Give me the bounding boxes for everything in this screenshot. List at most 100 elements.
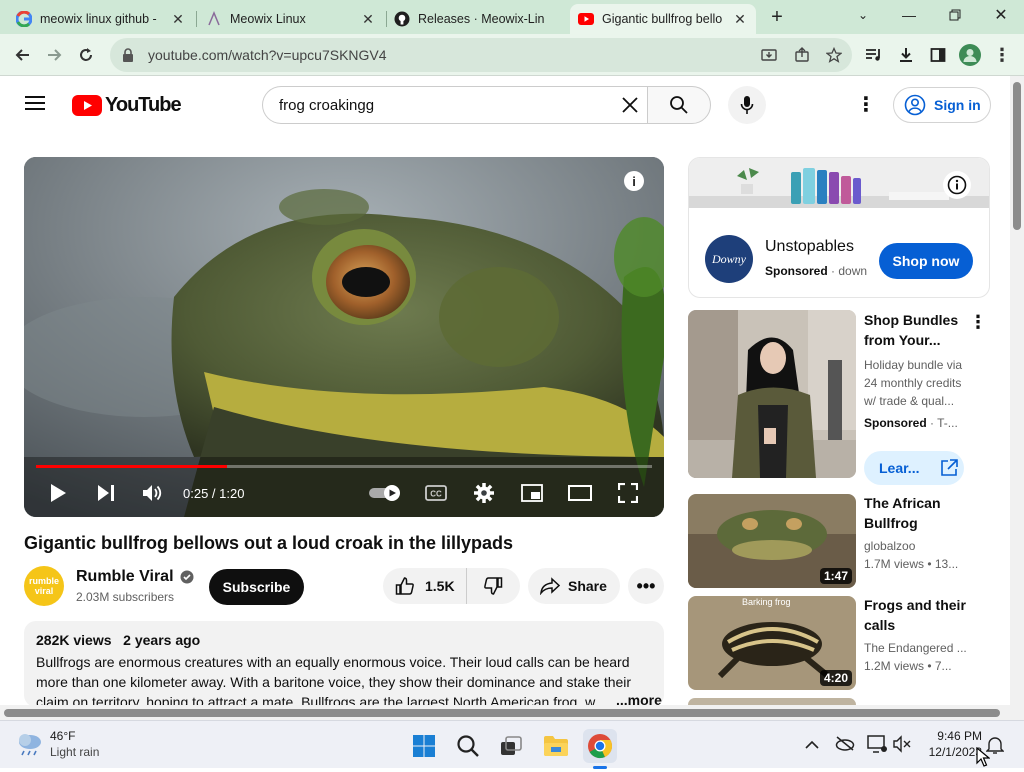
channel-avatar-text: viral <box>34 586 54 596</box>
forward-button[interactable] <box>41 42 67 68</box>
video-stats: 1.2M views • 7... <box>864 659 952 673</box>
youtube-logo[interactable]: YouTube <box>72 94 182 116</box>
close-tab-icon[interactable]: ✕ <box>170 11 186 27</box>
show-hidden-icons-chevron-icon[interactable] <box>805 737 819 753</box>
dislike-button[interactable] <box>467 568 519 604</box>
volume-muted-icon[interactable] <box>893 735 913 758</box>
youtube-play-logo-icon <box>72 94 102 116</box>
vertical-scroll-thumb[interactable] <box>1013 82 1021 230</box>
voice-search-button[interactable] <box>728 86 766 124</box>
media-control-icon[interactable] <box>861 42 887 68</box>
tab-google-search[interactable]: meowix linux github - ✕ <box>8 4 194 34</box>
weather-icon[interactable] <box>16 731 44 762</box>
video-item-text[interactable]: The African Bullfrog globalzoo 1.7M view… <box>864 493 984 573</box>
info-icon[interactable]: i <box>624 171 644 191</box>
file-explorer-button[interactable] <box>539 729 573 763</box>
video-thumbnail-frogs-calls[interactable]: Barking frog 4:20 <box>688 596 856 690</box>
chrome-menu-icon[interactable]: ⋮ <box>989 42 1015 68</box>
search-icon <box>457 735 479 757</box>
more-options-icon[interactable]: ⋮ <box>856 94 876 116</box>
video-title-line: The African <box>864 495 941 511</box>
video-description[interactable]: 282K views 2 years ago Bullfrogs are eno… <box>24 621 664 707</box>
account-circle-icon <box>904 94 926 116</box>
shop-now-button[interactable]: Shop now <box>879 243 973 279</box>
sponsored-description: Holiday bundle via <box>864 358 963 372</box>
fullscreen-button[interactable] <box>616 479 640 507</box>
video-thumbnail-partial[interactable] <box>688 698 856 705</box>
horizontal-scroll-thumb[interactable] <box>4 709 1000 717</box>
browser-tab-strip: meowix linux github - ✕ Meowix Linux ✕ R… <box>0 0 1024 34</box>
close-window-button[interactable]: ✕ <box>978 0 1024 30</box>
clear-search-icon[interactable] <box>621 96 639 118</box>
play-button[interactable] <box>46 479 70 507</box>
learn-more-button[interactable]: Lear... <box>864 451 964 485</box>
folder-icon <box>544 736 568 756</box>
chrome-taskbar-button[interactable] <box>583 729 617 769</box>
description-text: Bullfrogs are enormous creatures with an… <box>36 654 632 707</box>
windows-taskbar: 46°F Light rain 9:46 PM 12/1/2023 <box>0 720 1024 769</box>
mouse-cursor-icon <box>976 746 991 772</box>
display-icon[interactable] <box>867 735 887 758</box>
start-button[interactable] <box>407 729 441 763</box>
share-button[interactable]: Share <box>528 568 620 604</box>
tab-youtube-active[interactable]: Gigantic bullfrog bello ✕ <box>570 4 756 34</box>
forward-arrow-icon <box>48 49 62 61</box>
volume-button[interactable] <box>140 479 166 507</box>
address-bar[interactable]: youtube.com/watch?v=upcu7SKNGV4 <box>110 38 852 72</box>
advertiser-logo[interactable]: Downy <box>705 235 753 283</box>
clock-time[interactable]: 9:46 PM <box>920 729 982 743</box>
new-tab-button[interactable]: + <box>764 6 790 28</box>
sponsored-ad-card[interactable]: Downy Unstopables Sponsored · down Shop … <box>688 157 990 298</box>
tab-search-chevron-icon[interactable]: ⌄ <box>840 0 886 30</box>
ad-info-button[interactable] <box>943 171 971 199</box>
search-input[interactable]: frog croakingg <box>262 86 648 124</box>
search-button[interactable] <box>647 86 711 124</box>
video-item-text[interactable]: Frogs and their calls The Endangered ...… <box>864 595 984 675</box>
onedrive-offline-icon[interactable] <box>835 735 855 756</box>
vertical-scrollbar[interactable] <box>1010 76 1024 720</box>
url-text: youtube.com/watch?v=upcu7SKNGV4 <box>148 47 387 63</box>
bookmark-star-icon[interactable] <box>821 42 847 68</box>
more-actions-button[interactable]: ••• <box>628 568 664 604</box>
menu-hamburger-icon[interactable] <box>24 94 48 116</box>
reload-button[interactable] <box>73 42 99 68</box>
tab-meowix-linux[interactable]: Meowix Linux ✕ <box>198 4 384 34</box>
task-view-button[interactable] <box>494 729 528 763</box>
horizontal-scrollbar[interactable] <box>0 705 1010 720</box>
autoplay-toggle[interactable] <box>367 479 405 507</box>
back-button[interactable] <box>10 42 36 68</box>
settings-button[interactable] <box>472 479 496 507</box>
downloads-icon[interactable] <box>893 42 919 68</box>
video-player[interactable]: i 0:25 / 1:20 CC <box>24 157 664 517</box>
youtube-icon <box>578 11 594 27</box>
channel-name[interactable]: Rumble Viral <box>76 568 174 586</box>
miniplayer-button[interactable] <box>520 479 544 507</box>
item-menu-icon[interactable]: ⋮ <box>969 312 987 333</box>
captions-button[interactable]: CC <box>424 479 448 507</box>
sign-in-button[interactable]: Sign in <box>893 87 991 123</box>
sponsored-description: w/ trade & qual... <box>864 394 955 408</box>
channel-avatar[interactable]: rumble viral <box>24 566 64 606</box>
install-app-icon[interactable] <box>756 42 782 68</box>
close-tab-icon[interactable]: ✕ <box>732 11 748 27</box>
like-button[interactable]: 1.5K <box>383 568 467 604</box>
taskbar-search-button[interactable] <box>451 729 485 763</box>
minimize-button[interactable]: — <box>886 0 932 30</box>
tab-github-releases[interactable]: Releases · Meowix-Lin <box>386 4 568 34</box>
share-page-icon[interactable] <box>789 42 815 68</box>
clock-date[interactable]: 12/1/2023 <box>920 745 982 759</box>
subscribe-button[interactable]: Subscribe <box>209 569 304 605</box>
side-panel-icon[interactable] <box>925 42 951 68</box>
profile-avatar-icon[interactable] <box>957 42 983 68</box>
theater-mode-button[interactable] <box>567 479 593 507</box>
channel-avatar-text: rumble <box>28 576 59 586</box>
sponsored-item-text[interactable]: Shop Bundles from Your... Holiday bundle… <box>864 310 970 430</box>
learn-more-label: Lear... <box>879 460 920 476</box>
sponsored-thumbnail[interactable] <box>688 310 856 478</box>
next-button[interactable] <box>94 479 118 507</box>
restore-button[interactable] <box>932 0 978 30</box>
close-tab-icon[interactable]: ✕ <box>360 11 376 27</box>
progress-bar[interactable] <box>36 465 652 468</box>
video-thumbnail-african-bullfrog[interactable]: 1:47 <box>688 494 856 588</box>
autoplay-toggle-icon <box>369 485 400 501</box>
